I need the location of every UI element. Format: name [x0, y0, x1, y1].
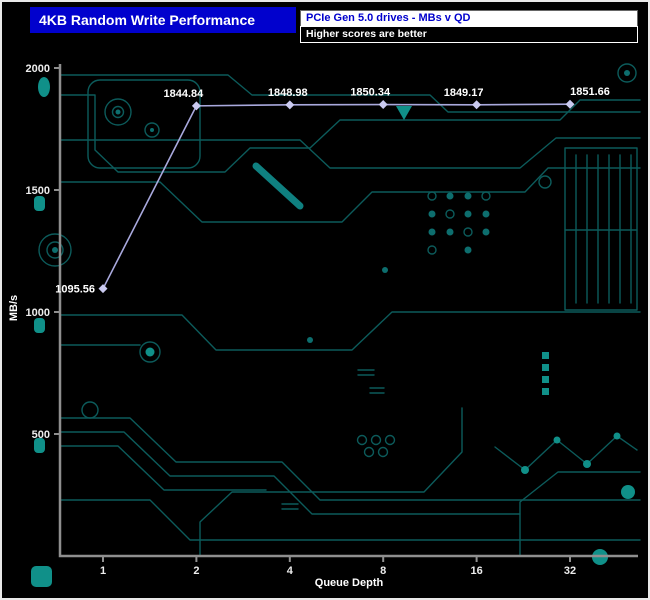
chart-window: 500 1000 1500 2000 1 2 4 8 16 32 1095.56 1844.84 184… — [0, 0, 650, 600]
y-tick-label: 1500 — [26, 185, 50, 197]
x-tick-label: 2 — [193, 565, 199, 577]
data-point — [285, 100, 294, 109]
data-point — [192, 101, 201, 110]
data-point — [99, 284, 108, 293]
data-label: 1095.56 — [55, 284, 95, 296]
axis-lines — [60, 64, 638, 556]
x-axis-title: Queue Depth — [60, 577, 638, 589]
data-label: 1850.34 — [350, 87, 391, 99]
x-tick-label: 1 — [100, 565, 106, 577]
chart-title: 4KB Random Write Performance — [30, 7, 296, 33]
y-tick-label: 1000 — [26, 307, 50, 319]
y-tick-label: 2000 — [26, 63, 50, 75]
chart-note: Higher scores are better — [300, 26, 638, 43]
data-point — [379, 100, 388, 109]
x-tick-label: 32 — [564, 565, 576, 577]
y-axis-title: MB/s — [8, 278, 20, 338]
y-tick-label: 500 — [32, 429, 50, 441]
x-tick-label: 4 — [287, 565, 294, 577]
data-label: 1848.98 — [268, 87, 308, 99]
series-line — [103, 104, 570, 288]
x-tick-label: 8 — [380, 565, 386, 577]
line-chart: 500 1000 1500 2000 1 2 4 8 16 32 1095.56 1844.84 184… — [0, 0, 650, 600]
data-label: 1849.17 — [444, 87, 484, 99]
x-tick-label: 16 — [470, 565, 482, 577]
data-label: 1844.84 — [164, 88, 205, 100]
data-label: 1851.66 — [570, 86, 610, 98]
chart-subtitle: PCIe Gen 5.0 drives - MBs v QD — [300, 10, 638, 27]
data-point — [472, 100, 481, 109]
data-point — [566, 100, 575, 109]
